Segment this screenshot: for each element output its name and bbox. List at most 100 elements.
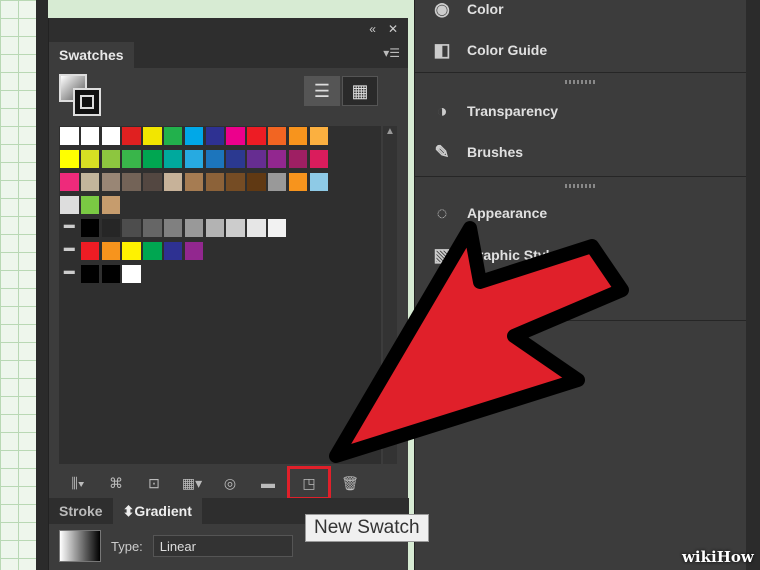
swatch[interactable]: [183, 172, 205, 192]
swatch[interactable]: [183, 149, 205, 169]
swatch[interactable]: [266, 149, 288, 169]
swatch[interactable]: [121, 264, 142, 284]
swatch[interactable]: [308, 126, 330, 146]
new-group-options-icon[interactable]: ▦▾: [173, 471, 211, 495]
swatch[interactable]: [287, 149, 309, 169]
swatch[interactable]: [183, 241, 205, 261]
swatch[interactable]: [121, 149, 142, 169]
panel-menu-icon[interactable]: ▾☰: [383, 46, 400, 60]
swatch[interactable]: [266, 126, 288, 146]
swatch[interactable]: [79, 195, 101, 215]
panel-item-color[interactable]: ◉ Color: [429, 0, 503, 22]
swatch[interactable]: [142, 149, 163, 169]
color-group-icon[interactable]: ◎: [211, 471, 249, 495]
swatch[interactable]: [308, 172, 330, 192]
swatch[interactable]: [79, 264, 101, 284]
swatch[interactable]: [79, 241, 101, 261]
panel-item-brushes[interactable]: ✎ Brushes: [429, 139, 523, 165]
new-color-group-icon[interactable]: ▬: [249, 471, 287, 495]
swatch[interactable]: [59, 126, 80, 146]
panel-item-graphic-styles[interactable]: ▧ Graphic Styles: [429, 242, 565, 268]
grid-view-icon[interactable]: ▦: [342, 76, 378, 106]
swatch[interactable]: [162, 149, 184, 169]
gradient-thumbnail[interactable]: [59, 530, 101, 562]
panel-item-color-guide[interactable]: ◧ Color Guide: [429, 37, 547, 63]
delete-swatch-icon[interactable]: 🗑: [331, 471, 369, 495]
swatch[interactable]: [183, 126, 205, 146]
swatch[interactable]: [100, 241, 122, 261]
swatch[interactable]: [246, 149, 267, 169]
swatch[interactable]: [79, 172, 101, 192]
tab-swatches[interactable]: Swatches: [49, 42, 134, 68]
swatch[interactable]: [121, 126, 142, 146]
swatch[interactable]: [225, 172, 246, 192]
swatch[interactable]: [100, 218, 122, 238]
swatch[interactable]: [287, 126, 309, 146]
swatch[interactable]: [266, 218, 288, 238]
swatch[interactable]: [100, 172, 122, 192]
fill-stroke-indicator[interactable]: [59, 74, 103, 118]
swatch-row: ▬: [59, 218, 381, 239]
swatch[interactable]: [183, 218, 205, 238]
swatch[interactable]: [79, 126, 101, 146]
swatch[interactable]: [266, 172, 288, 192]
swatch[interactable]: [79, 218, 101, 238]
scroll-up-icon[interactable]: ▲: [383, 126, 397, 137]
grip-1[interactable]: [565, 80, 595, 84]
swatch[interactable]: [121, 218, 142, 238]
swatch[interactable]: [204, 126, 226, 146]
swatch[interactable]: [204, 149, 226, 169]
divider-3: [415, 320, 747, 321]
new-swatch-button[interactable]: ◳: [287, 466, 331, 500]
gradient-row: Type: Linear: [59, 530, 293, 562]
swatch[interactable]: [100, 149, 122, 169]
swatch[interactable]: [308, 149, 330, 169]
swatch[interactable]: [225, 126, 246, 146]
color-group-folder-icon[interactable]: ▬: [59, 241, 80, 261]
grip-2[interactable]: [565, 184, 595, 188]
swatch[interactable]: [246, 172, 267, 192]
swatch[interactable]: [204, 172, 226, 192]
swatch[interactable]: [59, 149, 80, 169]
right-edge: [746, 0, 760, 570]
stroke-swatch[interactable]: [73, 88, 101, 116]
swatch[interactable]: [162, 126, 184, 146]
swatch[interactable]: [162, 218, 184, 238]
view-buttons: ☰ ▦: [304, 76, 378, 106]
swatch[interactable]: [59, 195, 80, 215]
swatch[interactable]: [100, 264, 122, 284]
panel-item-appearance[interactable]: ◌ Appearance: [429, 200, 548, 226]
swatch[interactable]: [142, 172, 163, 192]
swatch[interactable]: [59, 172, 80, 192]
swatch[interactable]: [142, 241, 163, 261]
swatch-scrollbar[interactable]: ▲: [383, 126, 397, 464]
swatch[interactable]: [79, 149, 101, 169]
swatch[interactable]: [142, 126, 163, 146]
swatch[interactable]: [287, 172, 309, 192]
swatch[interactable]: [100, 126, 122, 146]
swatch[interactable]: [225, 149, 246, 169]
list-view-icon[interactable]: ☰: [304, 76, 340, 106]
color-group-folder-icon[interactable]: ▬: [59, 264, 80, 284]
tab-gradient[interactable]: ⬍ Gradient: [112, 498, 202, 524]
swatch[interactable]: [162, 241, 184, 261]
swatch[interactable]: [246, 218, 267, 238]
show-kinds-icon[interactable]: ⌘: [97, 471, 135, 495]
swatch[interactable]: [246, 126, 267, 146]
close-icon[interactable]: ✕: [388, 22, 398, 36]
swatch-options-icon[interactable]: ⊡: [135, 471, 173, 495]
swatch-libraries-icon[interactable]: ⫼▾: [59, 471, 97, 495]
swatch[interactable]: [142, 218, 163, 238]
swatch[interactable]: [100, 195, 122, 215]
swatch[interactable]: [225, 218, 246, 238]
swatch[interactable]: [121, 172, 142, 192]
gradient-type-select[interactable]: Linear: [152, 535, 293, 557]
collapse-icon[interactable]: «: [369, 22, 376, 36]
swatch[interactable]: [121, 241, 142, 261]
new-swatch-tooltip: New Swatch: [305, 514, 429, 542]
color-group-folder-icon[interactable]: ▬: [59, 218, 80, 238]
panel-item-transparency[interactable]: ◑ Transparency: [429, 98, 559, 124]
tab-stroke[interactable]: Stroke: [49, 498, 113, 524]
swatch[interactable]: [162, 172, 184, 192]
swatch[interactable]: [204, 218, 226, 238]
